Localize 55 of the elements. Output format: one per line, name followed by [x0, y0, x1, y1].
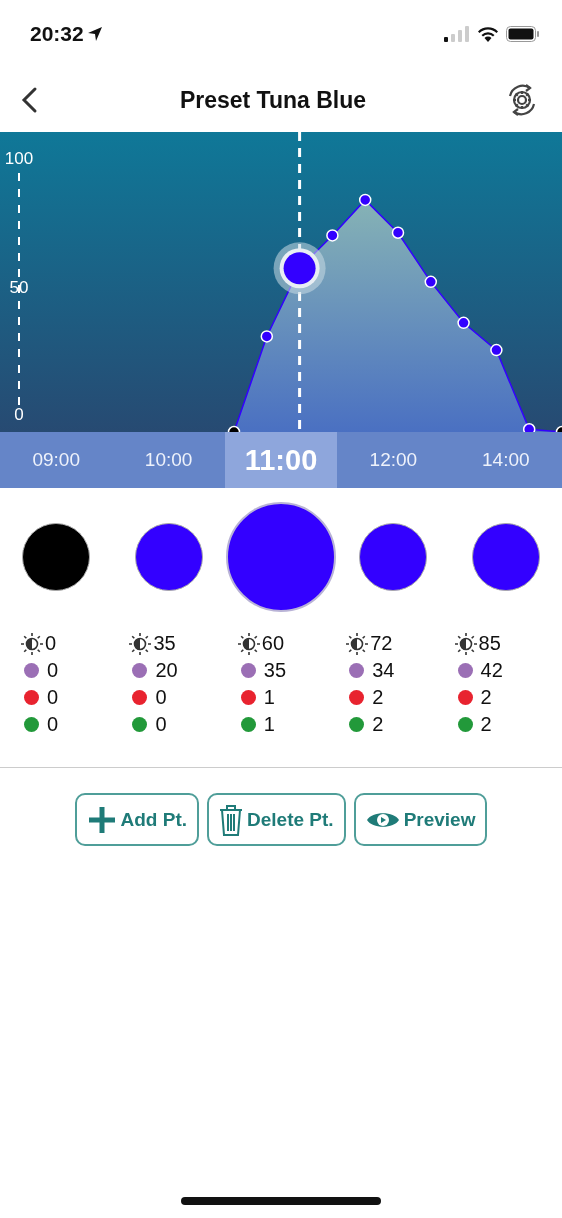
brightness-value: 0	[45, 632, 57, 655]
brightness-icon	[345, 631, 370, 656]
brightness-icon	[453, 631, 478, 656]
data-point[interactable]	[555, 425, 562, 432]
channel-value: 0	[47, 686, 59, 709]
time-slot[interactable]: 09:00	[0, 432, 113, 488]
brightness-value: 85	[478, 632, 501, 655]
data-point[interactable]	[457, 316, 470, 330]
channel-value: 2	[372, 713, 384, 736]
brightness-value: 60	[261, 632, 285, 655]
brightness-icon	[128, 631, 153, 656]
channel-value: 35	[263, 659, 287, 682]
channel-value: 2	[372, 686, 384, 709]
axis-label: 0	[14, 405, 24, 424]
axis-label: 100	[4, 149, 34, 168]
time-slot[interactable]: 11:00	[224, 432, 338, 488]
brightness-value: 72	[370, 632, 393, 655]
data-point[interactable]	[326, 229, 339, 242]
selected-point[interactable]	[273, 242, 326, 295]
trash-icon	[219, 803, 244, 836]
plus-icon	[86, 804, 117, 835]
location-arrow-icon	[86, 26, 103, 42]
channel-value: 0	[47, 713, 59, 736]
channel-value: 0	[47, 659, 59, 682]
brightness-value: 35	[153, 632, 176, 655]
brightness-icon	[20, 631, 44, 656]
channel-value: 42	[480, 659, 503, 682]
time-slot[interactable]: 10:00	[112, 432, 225, 488]
status-time: 20:32	[30, 22, 84, 46]
signal-icon	[444, 26, 470, 42]
channel-value: 20	[155, 659, 178, 682]
axis-label: 50	[9, 278, 29, 297]
data-point[interactable]	[490, 343, 503, 357]
delete-button[interactable]: Delete Pt.	[207, 793, 346, 846]
data-point[interactable]	[391, 226, 405, 239]
channel-value: 0	[155, 713, 167, 736]
channel-value: 0	[155, 686, 167, 709]
data-point[interactable]	[424, 275, 438, 289]
time-slot[interactable]: 14:00	[449, 432, 562, 488]
channel-value: 1	[263, 686, 275, 709]
channel-value: 1	[263, 713, 275, 736]
preview-button[interactable]: Preview	[353, 793, 488, 846]
channel-value: 34	[372, 659, 395, 682]
brightness-icon	[236, 631, 261, 656]
wifi-icon	[477, 26, 499, 42]
time-slot[interactable]: 12:00	[337, 432, 450, 488]
data-point[interactable]	[227, 425, 241, 432]
battery-icon	[506, 26, 540, 42]
channel-value: 2	[480, 713, 492, 736]
data-point[interactable]	[522, 423, 536, 432]
data-point[interactable]	[260, 330, 274, 343]
add-button[interactable]: Add Pt.	[74, 793, 200, 846]
data-point[interactable]	[358, 193, 372, 207]
screen-title: Preset Tuna Blue	[179, 86, 367, 114]
channel-value: 2	[480, 686, 492, 709]
